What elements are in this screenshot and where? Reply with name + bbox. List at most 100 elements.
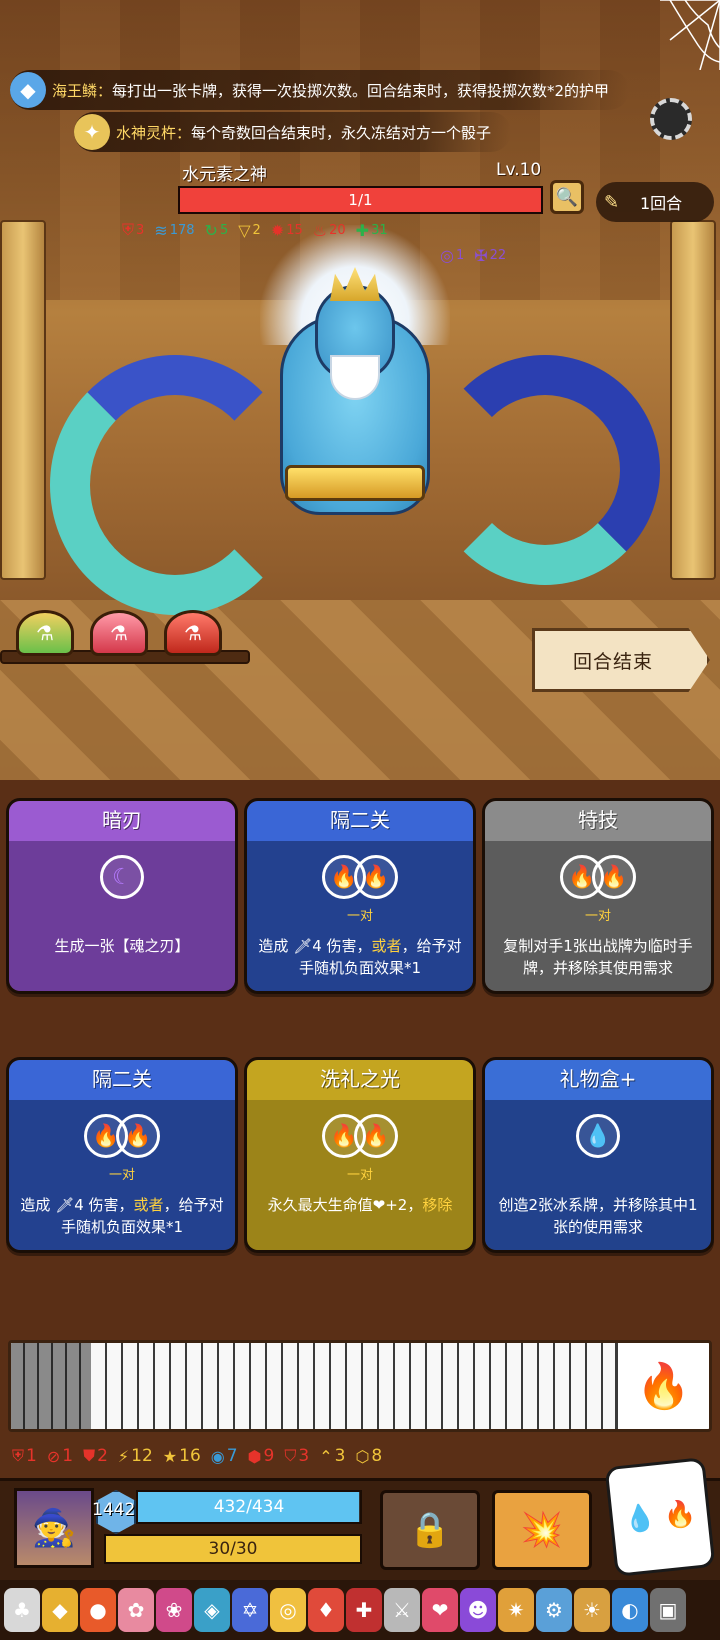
relic-slot-icon[interactable]: ☻ [460, 1588, 496, 1632]
status-effect[interactable]: ◎ 1 [440, 246, 464, 265]
relic-slot-icon[interactable]: ♣ [4, 1588, 40, 1632]
relic-slot-icon[interactable]: ◎ [270, 1588, 306, 1632]
relic-slot-icon[interactable]: ⚔ [384, 1588, 420, 1632]
relic-slot-icon[interactable]: ❤ [422, 1588, 458, 1632]
status-effect[interactable]: ♨ 20 [313, 220, 346, 240]
status-effect[interactable]: ≋ 178 [154, 220, 194, 240]
player-avatar[interactable]: 🧙 [14, 1488, 94, 1568]
status-effect[interactable]: ⛨ 3 [122, 220, 144, 240]
relic-slot-icon[interactable]: ❀ [156, 1588, 192, 1632]
status-value: 3 [136, 222, 145, 238]
status-effect[interactable]: ⊘ 1 [47, 1446, 73, 1466]
end-turn-button[interactable]: 回合结束 [532, 628, 710, 692]
player-energy-bar: 30/30 [104, 1534, 362, 1564]
relic-slot-icon[interactable]: ♦ [308, 1588, 344, 1632]
relic-slot-icon[interactable]: ✷ [498, 1588, 534, 1632]
status-effect[interactable]: ✠ 22 [474, 246, 506, 265]
relic-slot-icon[interactable]: ✿ [118, 1588, 154, 1632]
status-effect[interactable]: ⛊ 2 [83, 1446, 108, 1466]
water-god-sprite[interactable] [30, 205, 670, 635]
fire-icon: 🔥 [116, 1114, 160, 1158]
relic-slot-icon[interactable]: ☀ [574, 1588, 610, 1632]
relic-slot-icon[interactable]: ◐ [612, 1588, 648, 1632]
card-keyword: 移除 [422, 1196, 453, 1214]
status-effect[interactable]: ⬡ 8 [355, 1446, 382, 1466]
potion-red-icon[interactable]: ⚗ [164, 610, 222, 656]
fire-icon[interactable]: 🔥 [615, 1343, 709, 1429]
skill-card[interactable]: 隔二关 🔥 🔥 一对 造成 🗡4 伤害，或者，给予对手随机负面效果*1 [244, 798, 476, 994]
card-title: 特技 [485, 801, 711, 841]
relic-slot-icon[interactable]: ✡ [232, 1588, 268, 1632]
relic-desc: 每个奇数回合结束时，永久冻结对方一个骰子 [191, 123, 492, 142]
card-title: 隔二关 [9, 1060, 235, 1100]
deck-stack-used [11, 1343, 91, 1429]
status-value: 3 [334, 1446, 346, 1466]
status-value: 2 [252, 222, 261, 238]
status-value: 20 [329, 222, 346, 238]
status-effect[interactable]: ★ 16 [163, 1446, 201, 1466]
skill-card[interactable]: 洗礼之光 🔥 🔥 一对 永久最大生命值❤+2，移除 [244, 1057, 476, 1253]
relic-slot-icon[interactable]: ⚙ [536, 1588, 572, 1632]
potion-pink-icon[interactable]: ⚗ [90, 610, 148, 656]
pair-label: 一对 [584, 909, 612, 924]
lock-ability-icon[interactable]: 🔒 [380, 1490, 480, 1570]
relic-slot-icon[interactable]: ✚ [346, 1588, 382, 1632]
dice-deck-strip[interactable]: 🔥 [8, 1340, 712, 1432]
burst-ability-icon[interactable]: 💥 [492, 1490, 592, 1570]
card-body: 🔥 🔥 一对 造成 🗡4 伤害，或者，给予对手随机负面效果*1 [247, 841, 473, 991]
status-effect[interactable]: ⛉ 3 [284, 1446, 309, 1466]
card-cost: 🔥 🔥 [84, 1114, 160, 1158]
dice-roll-button[interactable]: 💧 🔥 [604, 1457, 716, 1577]
status-value: 22 [489, 248, 507, 263]
magnifier-icon[interactable]: 🔍 [550, 180, 584, 214]
relic-slot-icon[interactable]: ◈ [194, 1588, 230, 1632]
card-description: 永久最大生命值❤+2，移除 [257, 1194, 463, 1216]
enemy-status-row: ⛨ 3 ≋ 178 ↻ 5 ▽ 2 ✹ 15 ♨ 20 ✚ 31 [122, 220, 542, 240]
card-title: 隔二关 [247, 801, 473, 841]
skill-card[interactable]: 隔二关 🔥 🔥 一对 造成 🗡4 伤害，或者，给予对手随机负面效果*1 [6, 1057, 238, 1253]
settings-gear-icon[interactable] [650, 98, 692, 140]
skill-card[interactable]: 暗刃 ☾ 生成一张【魂之刃】 [6, 798, 238, 994]
relic-name: 海王鳞： [52, 81, 113, 100]
relic-info-row[interactable]: ✦ 水神灵杵： 每个奇数回合结束时，永久冻结对方一个骰子 [74, 112, 512, 152]
relic-slot-icon[interactable]: ▣ [650, 1588, 686, 1632]
swirl-icon: ◉ [210, 1446, 225, 1466]
player-armor-value: 1442 [92, 1500, 136, 1520]
serpent-tail-left [50, 355, 300, 615]
skill-card[interactable]: 特技 🔥 🔥 一对 复制对手1张出战牌为临时手牌，并移除其使用需求 [482, 798, 714, 994]
status-effect[interactable]: ▽ 2 [238, 220, 261, 240]
water-drop-icon: 💧 [576, 1114, 620, 1158]
status-effect[interactable]: ⚡ 12 [118, 1446, 153, 1466]
player-hp-text: 432/434 [213, 1497, 285, 1517]
triangle-icon: ▽ [238, 220, 251, 240]
status-effect[interactable]: ⬢ 9 [248, 1446, 275, 1466]
moon-icon: ☾ [100, 855, 144, 899]
lightning-icon: ⚡ [117, 1446, 130, 1466]
relic-name: 水神灵杵： [116, 123, 192, 142]
status-effect[interactable]: ⛨ 1 [12, 1446, 37, 1466]
relic-slot-icon[interactable]: ● [80, 1588, 116, 1632]
status-effect[interactable]: ◉ 7 [211, 1446, 238, 1466]
card-cost: 🔥 🔥 [322, 1114, 398, 1158]
status-effect[interactable]: ↻ 5 [205, 220, 229, 240]
status-value: 7 [226, 1446, 238, 1466]
sigil-icon: ✠ [474, 246, 488, 265]
skill-card[interactable]: 礼物盒+ 💧 创造2张冰系牌，并移除其中1张的使用需求 [482, 1057, 714, 1253]
player-status-row: ⛨ 1 ⊘ 1 ⛊ 2 ⚡ 12 ★ 16 ◉ 7 ⬢ 9 ⛉ 3 ⌃ 3 ⬡ 8 [12, 1446, 712, 1466]
relic-info-row[interactable]: ◆ 海王鳞： 每打出一张卡牌，获得一次投掷次数。回合结束时，获得投掷次数*2的护… [10, 70, 630, 110]
fire-icon: 🔥 [354, 1114, 398, 1158]
cobweb-icon [660, 0, 720, 70]
status-effect[interactable]: ✚ 31 [356, 220, 388, 240]
card-cost: 🔥 🔥 [322, 855, 398, 899]
pair-label: 一对 [108, 1168, 136, 1183]
card-body: 💧 创造2张冰系牌，并移除其中1张的使用需求 [485, 1100, 711, 1250]
relic-inventory-bar: ♣ ◆ ● ✿ ❀ ◈ ✡ ◎ ♦ ✚ ⚔ ❤ ☻ ✷ ⚙ ☀ ◐ ▣ [0, 1580, 720, 1640]
status-effect[interactable]: ✹ 15 [271, 220, 303, 240]
potion-green-icon[interactable]: ⚗ [16, 610, 74, 656]
relic-slot-icon[interactable]: ◆ [42, 1588, 78, 1632]
status-effect[interactable]: ⌃ 3 [319, 1446, 345, 1466]
card-text: 永久最大生命值❤+2， [267, 1196, 423, 1214]
cycle-icon: ↻ [204, 220, 218, 240]
card-description: 复制对手1张出战牌为临时手牌，并移除其使用需求 [495, 935, 701, 979]
enemy-level: Lv.10 [496, 160, 542, 180]
